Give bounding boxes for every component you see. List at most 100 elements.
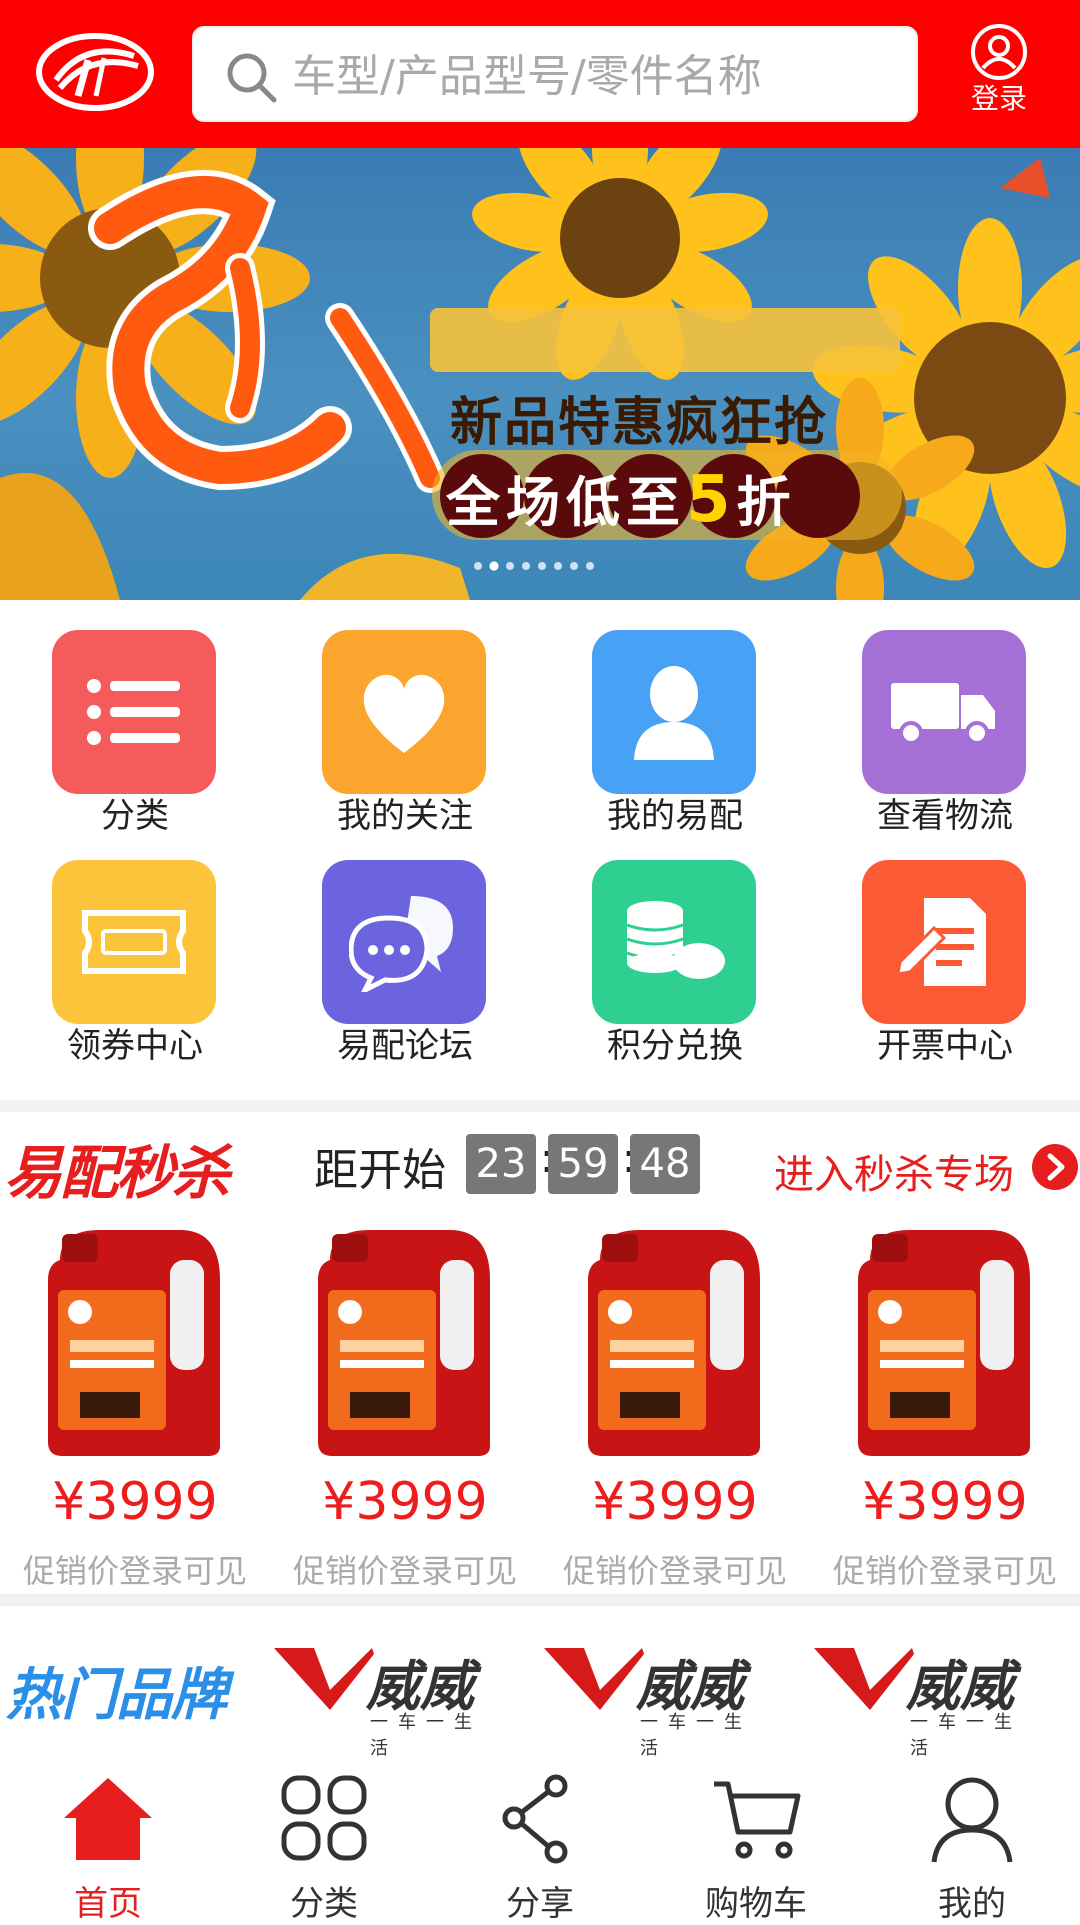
brand-logo-item[interactable]: 威威 一车一生活 — [544, 1638, 758, 1759]
quick-link-forum[interactable]: 易配论坛 — [270, 842, 540, 1066]
profile-icon — [931, 1777, 1013, 1863]
login-button[interactable]: 登录 — [962, 22, 1036, 128]
quick-link-label: 开票中心 — [877, 1026, 1013, 1066]
product-promo-note: 促销价登录可见 — [22, 1552, 247, 1590]
pagination-dot[interactable] — [570, 562, 578, 570]
flash-sale-header: 易配秒杀 距开始 23 : 59 : 48 进入秒杀专场 — [0, 1118, 1080, 1207]
user-icon — [634, 666, 714, 760]
quick-link-label: 领券中心 — [67, 1026, 203, 1066]
banner-headline: 新品特惠疯狂抢 — [450, 393, 829, 453]
forum-tile[interactable] — [322, 860, 486, 1024]
pagination-dot[interactable] — [506, 562, 514, 570]
search-input[interactable] — [290, 38, 904, 114]
pagination-dot[interactable] — [538, 562, 546, 570]
brand-logo[interactable] — [34, 30, 156, 114]
quick-link-label: 分类 — [101, 796, 169, 836]
countdown-hours: 23 — [466, 1134, 536, 1194]
brand-v-mark-icon — [544, 1648, 644, 1710]
banner-pagination — [474, 561, 594, 572]
quick-link-invoice[interactable]: 开票中心 — [810, 842, 1080, 1066]
quick-link-label: 我的易配 — [607, 796, 743, 836]
truck-icon — [891, 683, 995, 745]
chevron-right-icon[interactable] — [1032, 1144, 1078, 1190]
banner-discount-number: 5 — [686, 463, 737, 537]
tab-home[interactable]: 首页 — [0, 1756, 216, 1924]
hot-brands-title: 热门品牌 — [6, 1663, 227, 1728]
tab-share[interactable]: 分享 — [432, 1756, 648, 1924]
oil-jug-image — [588, 1230, 760, 1456]
list-icon — [87, 679, 180, 745]
pagination-dot[interactable] — [554, 562, 562, 570]
search-icon — [227, 53, 277, 103]
brand-tagline: 一车一生活 — [370, 1712, 482, 1759]
quick-link-label: 查看物流 — [877, 796, 1013, 836]
quick-link-label: 积分兑换 — [607, 1026, 743, 1066]
brand-tagline: 一车一生活 — [640, 1712, 752, 1759]
product-price: ¥3999 — [862, 1472, 1028, 1532]
cart-icon — [714, 1781, 801, 1859]
coupon-icon — [82, 910, 186, 974]
product-price: ¥3999 — [52, 1472, 218, 1532]
category-tile[interactable] — [52, 630, 216, 794]
quick-link-points[interactable]: 积分兑换 — [540, 842, 810, 1066]
login-label: 登录 — [970, 82, 1027, 115]
quick-link-logistics[interactable]: 查看物流 — [810, 612, 1080, 836]
product-card[interactable]: ¥3999 促销价登录可见 — [270, 1210, 540, 1590]
oil-jug-image — [858, 1230, 1030, 1456]
tab-category[interactable]: 分类 — [216, 1756, 432, 1924]
quick-link-label: 我的关注 — [337, 796, 473, 836]
search-bar[interactable] — [192, 26, 918, 122]
product-promo-note: 促销价登录可见 — [562, 1552, 787, 1590]
tab-profile[interactable]: 我的 — [864, 1756, 1080, 1924]
heart-icon — [363, 674, 445, 753]
coupons-tile[interactable] — [52, 860, 216, 1024]
product-card[interactable]: ¥3999 促销价登录可见 — [810, 1210, 1080, 1590]
countdown-minutes: 59 — [548, 1134, 618, 1194]
points-tile[interactable] — [592, 860, 756, 1024]
promo-banner[interactable]: 新品特惠疯狂抢 全场低至5折 — [0, 148, 1080, 600]
quick-link-coupons[interactable]: 领券中心 — [0, 842, 270, 1066]
banner-subheadline: 全场低至5折 — [446, 458, 797, 537]
tab-label: 购物车 — [705, 1884, 807, 1924]
my-yipei-tile[interactable] — [592, 630, 756, 794]
tab-label: 分类 — [290, 1884, 358, 1924]
quick-links-grid: 分类 我的关注 我的易配 查看物流 领券中心 易配论坛 积分兑换 开票中心 — [0, 612, 1080, 1072]
oil-jug-image — [48, 1230, 220, 1456]
invoice-icon — [896, 898, 986, 986]
tab-label: 分享 — [506, 1884, 574, 1924]
pagination-dot[interactable] — [522, 562, 530, 570]
banner-discount-prefix: 全场低至 — [446, 471, 686, 534]
coins-icon — [626, 901, 725, 979]
product-price: ¥3999 — [592, 1472, 758, 1532]
invoice-tile[interactable] — [862, 860, 1026, 1024]
hot-brands-section: 热门品牌 威威 一车一生活 威威 一车一生活 威威 一车一生活 — [0, 1634, 1080, 1759]
product-card[interactable]: ¥3999 促销价登录可见 — [0, 1210, 270, 1590]
top-header: 登录 — [0, 0, 1080, 148]
login-user-icon — [971, 24, 1027, 80]
brand-logo-item[interactable]: 威威 一车一生活 — [274, 1638, 488, 1759]
quick-link-label: 易配论坛 — [337, 1026, 473, 1066]
product-card[interactable]: ¥3999 促销价登录可见 — [540, 1210, 810, 1590]
enter-flash-sale-link[interactable]: 进入秒杀专场 — [774, 1142, 1014, 1200]
grid-icon — [281, 1775, 367, 1861]
quick-link-category[interactable]: 分类 — [0, 612, 270, 836]
brand-logo-item[interactable]: 威威 一车一生活 — [814, 1638, 1028, 1759]
banner-discount-suffix: 折 — [736, 471, 797, 534]
pagination-dot[interactable] — [474, 562, 482, 570]
share-icon — [502, 1774, 568, 1864]
pagination-dot-active[interactable] — [489, 561, 499, 571]
section-divider — [0, 1594, 1080, 1606]
pagination-dot[interactable] — [586, 562, 594, 570]
favorites-tile[interactable] — [322, 630, 486, 794]
quick-link-my-yipei[interactable]: 我的易配 — [540, 612, 810, 836]
logistics-tile[interactable] — [862, 630, 1026, 794]
brand-v-mark-icon — [814, 1648, 914, 1710]
flash-sale-products: ¥3999 促销价登录可见 ¥3999 促销价登录可见 ¥3999 促销价登录可… — [0, 1210, 1080, 1590]
tab-label: 我的 — [938, 1884, 1006, 1924]
quick-link-favorites[interactable]: 我的关注 — [270, 612, 540, 836]
tab-label: 首页 — [74, 1884, 142, 1924]
tab-cart[interactable]: 购物车 — [648, 1756, 864, 1924]
brand-tagline: 一车一生活 — [910, 1712, 1022, 1759]
flash-sale-title: 易配秒杀 — [4, 1139, 230, 1207]
chat-icon — [349, 896, 453, 992]
